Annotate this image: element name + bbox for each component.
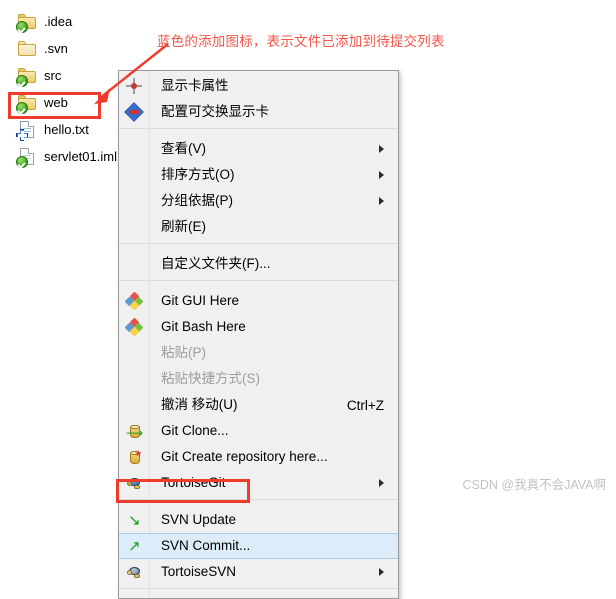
- menu-item[interactable]: TortoiseSVN: [119, 559, 398, 585]
- tortoisesvn-turtle-icon: [119, 559, 149, 585]
- submenu-chevron-right-icon: [379, 171, 384, 179]
- menu-separator: [119, 588, 398, 593]
- menu-item-label: 分组依据(P): [161, 193, 233, 208]
- menu-item: 粘贴(P): [119, 340, 398, 366]
- menu-item-label: 自定义文件夹(F)...: [161, 256, 271, 271]
- switchable-graphics-icon: [119, 99, 149, 125]
- menu-item-label: 刷新(E): [161, 219, 206, 234]
- menu-separator: [119, 280, 398, 285]
- menu-item[interactable]: ⟶ Git Clone...: [119, 418, 398, 444]
- folder-icon: [16, 12, 37, 33]
- menu-item-label: Git GUI Here: [161, 293, 240, 308]
- menu-item-label: 粘贴快捷方式(S): [161, 371, 260, 386]
- menu-icon-empty: [119, 162, 149, 188]
- menu-item[interactable]: 撤消 移动(U) Ctrl+Z: [119, 392, 398, 418]
- menu-icon-empty: [119, 392, 149, 418]
- svn-update-arrow-icon: ↘: [128, 511, 141, 529]
- green-check-overlay-icon: [16, 75, 28, 87]
- git-logo-icon: [119, 288, 149, 314]
- file-row[interactable]: .idea: [0, 8, 160, 35]
- submenu-chevron-right-icon: [379, 197, 384, 205]
- menu-item[interactable]: Git GUI Here: [119, 288, 398, 314]
- menu-item[interactable]: 分组依据(P): [119, 188, 398, 214]
- context-menu[interactable]: 显示卡属性配置可交换显示卡 查看(V) 排序方式(O) 分组依据(P) 刷新(E) 自定义…: [118, 70, 399, 599]
- menu-item[interactable]: Git Create repository here...: [119, 444, 398, 470]
- menu-item: 粘贴快捷方式(S): [119, 366, 398, 392]
- folder-icon: [16, 66, 37, 87]
- menu-item[interactable]: 排序方式(O): [119, 162, 398, 188]
- menu-item-label: 撤消 移动(U): [161, 397, 238, 412]
- csdn-watermark: CSDN @我真不会JAVA啊: [462, 478, 607, 492]
- menu-icon-empty: [119, 188, 149, 214]
- menu-icon-empty: [119, 366, 149, 392]
- menu-icon-empty: [119, 214, 149, 240]
- file-label: src: [44, 68, 62, 83]
- menu-item[interactable]: 配置可交换显示卡: [119, 99, 398, 125]
- menu-item[interactable]: 查看(V): [119, 136, 398, 162]
- menu-item-label: 配置可交换显示卡: [161, 104, 269, 119]
- text-file-icon: [16, 120, 37, 141]
- menu-item-label: Git Bash Here: [161, 319, 246, 334]
- menu-separator: [119, 243, 398, 248]
- git-clone-icon: ⟶: [126, 425, 144, 440]
- submenu-chevron-right-icon: [379, 479, 384, 487]
- menu-item[interactable]: Git Bash Here: [119, 314, 398, 340]
- file-label: servlet01.iml: [44, 149, 117, 164]
- menu-item-label: SVN Update: [161, 512, 237, 527]
- menu-item-label: 显示卡属性: [161, 78, 229, 93]
- file-label: .idea: [44, 14, 73, 29]
- menu-icon-empty: [119, 136, 149, 162]
- menu-item-label: 粘贴(P): [161, 345, 206, 360]
- file-row[interactable]: .svn: [0, 35, 160, 62]
- menu-separator: [119, 128, 398, 133]
- file-label: .svn: [44, 41, 68, 56]
- menu-item-label: Git Clone...: [161, 423, 229, 438]
- submenu-chevron-right-icon: [379, 568, 384, 576]
- menu-icon-empty: [119, 251, 149, 277]
- annotation-box-hello-file: [8, 92, 101, 119]
- menu-item[interactable]: 刷新(E): [119, 214, 398, 240]
- annotation-note: 蓝色的添加图标，表示文件已添加到待提交列表: [157, 34, 445, 49]
- menu-item[interactable]: 自定义文件夹(F)...: [119, 251, 398, 277]
- git-create-repo-icon: [119, 444, 149, 470]
- svn-commit-arrow-icon: ↗: [128, 537, 141, 555]
- file-icon: [16, 147, 37, 168]
- file-label: hello.txt: [44, 122, 89, 137]
- green-check-overlay-icon: [16, 156, 28, 168]
- folder-icon: [18, 39, 37, 58]
- menu-icon-empty: [119, 340, 149, 366]
- menu-item[interactable]: ↗ SVN Commit...: [119, 533, 398, 559]
- menu-item-label: TortoiseSVN: [161, 564, 237, 579]
- git-logo-icon: [119, 314, 149, 340]
- display-properties-icon: [119, 73, 149, 99]
- menu-item-label: SVN Commit...: [161, 538, 251, 553]
- green-check-overlay-icon: [16, 21, 28, 33]
- annotation-box-svn-commit: [116, 479, 250, 503]
- submenu-chevron-right-icon: [379, 145, 384, 153]
- menu-item-shortcut: Ctrl+Z: [346, 397, 384, 413]
- menu-item-label: Git Create repository here...: [161, 449, 328, 464]
- menu-item-label: 查看(V): [161, 141, 206, 156]
- menu-item[interactable]: ↘ SVN Update: [119, 507, 398, 533]
- menu-item-label: 排序方式(O): [161, 167, 235, 182]
- menu-item[interactable]: 显示卡属性: [119, 73, 398, 99]
